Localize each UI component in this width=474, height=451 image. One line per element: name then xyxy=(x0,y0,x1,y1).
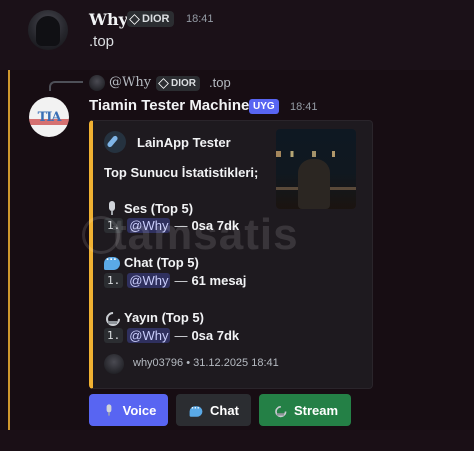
embed-footer-avatar xyxy=(104,354,124,374)
guild-tag-label: DIOR xyxy=(142,13,170,25)
message-1-content: .top xyxy=(89,33,115,50)
diamond-icon xyxy=(158,78,169,89)
reply-content[interactable]: .top xyxy=(209,75,231,90)
user-mention[interactable]: @Why xyxy=(127,273,171,288)
mention-highlight-bar xyxy=(8,70,10,430)
rank-code: 1. xyxy=(104,273,124,288)
stream-button[interactable]: Stream xyxy=(259,394,351,426)
satellite-icon xyxy=(104,309,120,325)
embed-footer: why03796 • 31.12.2025 18:41 xyxy=(133,357,279,369)
reply-connector xyxy=(49,81,83,91)
list-item: 1. @Why — 0sa 7dk xyxy=(104,328,239,343)
section-title-text: Yayın (Top 5) xyxy=(124,309,204,325)
avatar[interactable] xyxy=(28,10,68,50)
watermark: tamsatis xyxy=(112,210,299,259)
message-1-timestamp: 18:41 xyxy=(186,13,214,25)
message-1-username[interactable]: Why xyxy=(89,10,128,29)
chat-button-label: Chat xyxy=(210,402,239,418)
separator-dash: — xyxy=(174,328,188,343)
microphone-icon xyxy=(102,404,115,417)
section-stream-title: Yayın (Top 5) xyxy=(104,309,204,325)
message-2-timestamp: 18:41 xyxy=(290,101,318,113)
embed-author: LainApp Tester xyxy=(137,135,231,150)
chat-button[interactable]: Chat xyxy=(176,394,251,426)
bot-avatar[interactable]: TIA xyxy=(29,97,69,137)
stat-value: 0sa 7dk xyxy=(191,328,240,343)
message-2-username[interactable]: Tiamin Tester Machine xyxy=(89,97,249,114)
voice-button[interactable]: Voice xyxy=(89,394,168,426)
stream-button-label: Stream xyxy=(293,402,339,418)
guild-tag[interactable]: DIOR xyxy=(127,11,174,27)
reply-guild-tag-label: DIOR xyxy=(171,78,196,89)
chat-bottom-background xyxy=(0,430,474,451)
rank-code: 1. xyxy=(104,328,124,343)
stat-value: 61 mesaj xyxy=(191,273,247,288)
reply-username[interactable]: @Why xyxy=(109,75,151,90)
voice-button-label: Voice xyxy=(122,402,157,418)
speech-bubble-icon xyxy=(189,403,203,417)
embed-title: Top Sunucu İstatistikleri; xyxy=(104,165,259,180)
bot-tag: UYG xyxy=(249,99,279,114)
satellite-icon xyxy=(274,404,287,417)
user-mention[interactable]: @Why xyxy=(127,328,171,343)
list-item: 1. @Why — 61 mesaj xyxy=(104,273,246,288)
message-1-background xyxy=(0,0,474,70)
reply-guild-tag[interactable]: DIOR xyxy=(156,76,200,91)
diamond-icon xyxy=(129,13,140,25)
reply-avatar[interactable] xyxy=(89,75,105,91)
embed-thumbnail[interactable] xyxy=(276,129,356,209)
feather-icon xyxy=(104,131,126,153)
separator-dash: — xyxy=(174,273,188,288)
